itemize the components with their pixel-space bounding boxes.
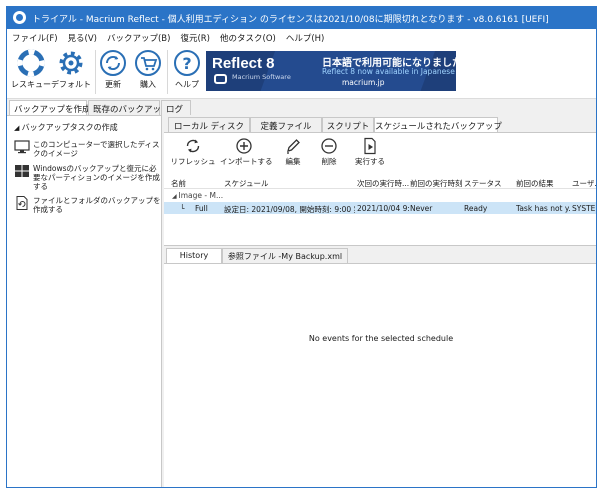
plus-circle-icon <box>236 138 252 154</box>
run-now-button[interactable]: 実行する <box>352 137 388 167</box>
schedule-table: 名前 スケジュール 次回の実行時... 前回の実行時刻 ステータス 前回の結果 … <box>164 176 596 246</box>
promo-banner[interactable]: Reflect 8 Macrium Software 日本語で利用可能になりまし… <box>206 51 456 91</box>
minus-circle-icon <box>321 138 337 154</box>
title-bar: トライアル - Macrium Reflect - 個人利用エディション のライ… <box>7 7 596 29</box>
column-schedule[interactable]: スケジュール <box>224 178 354 189</box>
main-content: ローカル ディスク 定義ファイル スクリプト スケジュールされたバックアップ リ… <box>164 115 596 487</box>
column-status[interactable]: ステータス <box>464 178 514 189</box>
tab-scheduled-backups[interactable]: スケジュールされたバックアップ <box>374 117 502 132</box>
table-header: 名前 スケジュール 次回の実行時... 前回の実行時刻 ステータス 前回の結果 … <box>164 176 596 189</box>
task-heading: ◢ バックアップタスクの作成 <box>14 123 118 132</box>
menu-restore[interactable]: 復元(R) <box>175 29 215 44</box>
column-last-result[interactable]: 前回の結果 <box>516 178 571 189</box>
menu-help[interactable]: ヘルプ(H) <box>281 29 330 44</box>
menu-other-tasks[interactable]: 他のタスク(O) <box>215 29 281 44</box>
window-title: トライアル - Macrium Reflect - 個人利用エディション のライ… <box>32 15 549 25</box>
schedule-toolbar: リフレッシュ インポートする 編集 削除 実行する <box>164 132 596 176</box>
tab-local-disks[interactable]: ローカル ディスク <box>168 117 250 132</box>
import-button[interactable]: インポートする <box>220 137 273 167</box>
default-button[interactable]: デフォルト <box>49 49 93 90</box>
lifebuoy-icon <box>17 49 45 77</box>
banner-brand: Reflect 8 <box>212 55 275 72</box>
edit-label: 編集 <box>285 157 301 166</box>
run-file-icon <box>364 137 376 155</box>
menu-bar: ファイル(F) 見る(V) バックアップ(B) 復元(R) 他のタスク(O) ヘルプ(H) <box>7 29 596 46</box>
delete-label: 削除 <box>321 157 337 166</box>
column-last-run[interactable]: 前回の実行時刻 <box>410 178 462 189</box>
macrium-logo-icon <box>214 74 227 84</box>
tab-existing-backups[interactable]: 既存のバックアップ <box>88 100 170 115</box>
cell-schedule: 設定日: 2021/09/08, 開始時刻: 9:00 実... <box>224 205 355 214</box>
help-icon: ? <box>174 50 200 76</box>
group-label: Image - M... <box>178 191 224 200</box>
monitor-icon <box>14 140 30 154</box>
default-label: デフォルト <box>51 80 91 89</box>
rescue-label: レスキュー <box>11 80 51 89</box>
task-heading-label: バックアップタスクの作成 <box>21 123 118 132</box>
tree-branch: └ <box>180 204 185 213</box>
backup-task-panel: ◢ バックアップタスクの作成 このコンピューターで選択したディスクのイメージ W… <box>7 115 162 487</box>
windows-logo-icon <box>15 165 29 177</box>
group-header[interactable]: ◢ Image - M... <box>172 191 223 200</box>
banner-link: macrium.jp <box>342 78 385 87</box>
tab-log[interactable]: ログ <box>161 100 191 115</box>
task-image-disks[interactable]: このコンピューターで選択したディスクのイメージ <box>14 140 160 160</box>
run-now-label: 実行する <box>355 157 385 166</box>
menu-view[interactable]: 見る(V) <box>63 29 102 44</box>
table-row[interactable]: └ Full 設定日: 2021/09/08, 開始時刻: 9:00 実... … <box>164 202 596 214</box>
menu-backup[interactable]: バックアップ(B) <box>102 29 175 44</box>
tab-create-backup[interactable]: バックアップを作成する <box>9 100 108 116</box>
app-icon <box>13 11 26 24</box>
edit-button[interactable]: 編集 <box>276 137 310 167</box>
cell-status: Ready <box>464 204 488 213</box>
task-file-backup-label: ファイルとフォルダのバックアップを作成する <box>33 196 161 214</box>
content-tab-bar: ローカル ディスク 定義ファイル スクリプト スケジュールされたバックアップ <box>164 115 596 132</box>
delete-button[interactable]: 削除 <box>312 137 346 167</box>
refresh-button[interactable]: リフレッシュ <box>168 137 218 167</box>
rescue-button[interactable]: レスキュー <box>9 49 53 90</box>
import-label: インポートする <box>220 157 273 166</box>
task-file-backup[interactable]: ファイルとフォルダのバックアップを作成する <box>14 196 161 216</box>
column-next-run[interactable]: 次回の実行時... <box>357 178 409 189</box>
gear-icon <box>59 51 83 75</box>
detail-tab-bar: History 参照ファイル -My Backup.xml <box>164 247 596 263</box>
cell-next-run: 2021/10/04 9:... <box>357 204 409 213</box>
cell-user: SYSTE... <box>572 204 596 213</box>
cell-last-result: Task has not y... <box>516 204 571 213</box>
refresh-circle-icon <box>100 50 126 76</box>
refresh-icon <box>186 139 200 153</box>
cart-icon <box>135 50 161 76</box>
tab-definition-file[interactable]: 参照ファイル -My Backup.xml <box>222 248 348 263</box>
empty-history-message: No events for the selected schedule <box>308 334 454 343</box>
history-panel: No events for the selected schedule <box>164 263 596 487</box>
column-name[interactable]: 名前 <box>171 178 216 189</box>
svg-text:?: ? <box>182 54 191 73</box>
menu-file[interactable]: ファイル(F) <box>7 29 63 44</box>
banner-company: Macrium Software <box>232 73 291 81</box>
task-image-windows[interactable]: Windowsのバックアップと復元に必要なパーティションのイメージを作成する <box>14 164 160 192</box>
tab-history[interactable]: History <box>166 248 222 263</box>
banner-subline: Reflect 8 now available in Japanese <box>322 67 455 76</box>
cell-name: Full <box>195 204 208 213</box>
app-window: トライアル - Macrium Reflect - 個人利用エディション のライ… <box>6 6 597 488</box>
buy-button[interactable]: 購入 <box>126 49 170 90</box>
tab-definition-files[interactable]: 定義ファイル <box>250 117 322 132</box>
task-image-windows-label: Windowsのバックアップと復元に必要なパーティションのイメージを作成する <box>33 164 160 191</box>
help-label: ヘルプ <box>175 80 199 89</box>
pencil-icon <box>287 139 300 154</box>
file-backup-icon <box>16 196 28 210</box>
tab-scripts[interactable]: スクリプト <box>322 117 374 132</box>
refresh-label: リフレッシュ <box>170 157 216 166</box>
pane-divider[interactable] <box>164 245 596 246</box>
cell-last-run: Never <box>410 204 433 213</box>
left-tab-bar: バックアップを作成する 既存のバックアップ ログ <box>7 99 207 116</box>
column-user[interactable]: ユーザ... <box>572 178 596 189</box>
main-toolbar: レスキュー デフォルト 更新 購入 ? ヘルプ Reflect 8 Macriu… <box>7 46 596 99</box>
buy-label: 購入 <box>140 80 156 89</box>
task-image-disks-label: このコンピューターで選択したディスクのイメージ <box>33 140 160 158</box>
help-button[interactable]: ? ヘルプ <box>165 49 209 90</box>
